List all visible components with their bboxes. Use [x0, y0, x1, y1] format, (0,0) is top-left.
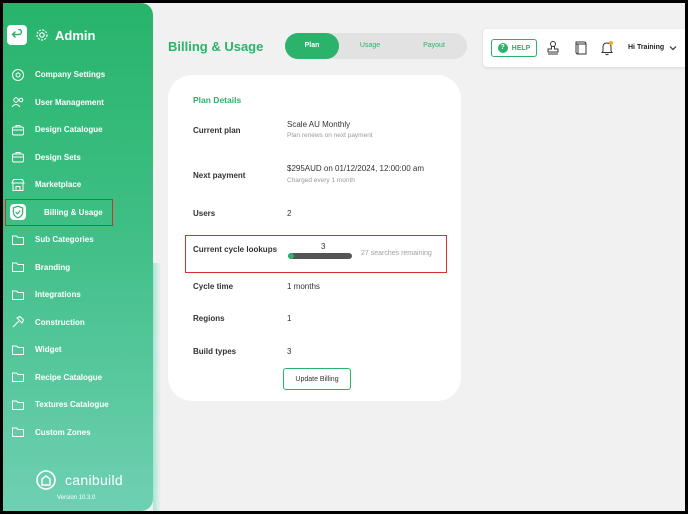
- build-types-label: Build types: [193, 347, 237, 356]
- lookups-progress-fill: [288, 253, 295, 259]
- tab-payout[interactable]: Payout: [401, 33, 467, 59]
- sidebar-item-recipe-catalogue[interactable]: Recipe Catalogue: [3, 364, 153, 392]
- back-button[interactable]: [7, 25, 27, 45]
- sidebar-item-label: Company Settings: [35, 70, 106, 80]
- sidebar-item-custom-zones[interactable]: Custom Zones: [3, 419, 153, 447]
- sidebar-item-label: Recipe Catalogue: [35, 372, 103, 382]
- lookups-count: 3: [321, 242, 326, 251]
- lookups-remaining: 27 searches remaining: [361, 250, 432, 257]
- plan-details-card: Plan Details Current plan Scale AU Month…: [168, 75, 461, 401]
- tab-usage[interactable]: Usage: [339, 33, 401, 59]
- help-label: HELP: [511, 44, 531, 52]
- sidebar-item-label: Design Sets: [35, 152, 81, 162]
- sidebar-item-company-settings[interactable]: Company Settings: [3, 61, 153, 89]
- sidebar-item-label: Widget: [35, 345, 62, 355]
- folder-icon: [12, 372, 24, 383]
- sidebar-item-user-management[interactable]: User Management: [3, 89, 153, 117]
- briefcase-icon: [12, 152, 24, 163]
- sidebar-item-design-catalogue[interactable]: Design Catalogue: [3, 116, 153, 144]
- version-label: Version 10.3.0: [57, 495, 96, 501]
- current-plan-value: Scale AU Monthly: [287, 120, 351, 129]
- brand-logo: canibuild: [35, 469, 123, 491]
- shield-check-icon: [10, 204, 26, 221]
- book-icon[interactable]: [573, 40, 589, 56]
- sidebar: Admin Company Settings User Management D…: [3, 3, 153, 511]
- sidebar-item-label: Marketplace: [35, 180, 82, 190]
- users-value: 2: [287, 209, 292, 218]
- top-bar: ? HELP Hi Training: [483, 29, 685, 67]
- next-payment-value: $295AUD on 01/12/2024, 12:00:00 am: [287, 164, 424, 173]
- chevron-down-icon[interactable]: [669, 44, 677, 52]
- question-icon: ?: [497, 43, 508, 53]
- sidebar-item-label: Billing & Usage: [44, 207, 103, 217]
- folder-icon: [12, 400, 24, 410]
- cycle-time-label: Cycle time: [193, 282, 234, 291]
- sidebar-item-label: Branding: [35, 262, 71, 272]
- lookups-progress-bar: [288, 253, 352, 259]
- folder-icon: [12, 427, 24, 438]
- page-title: Billing & Usage: [168, 39, 264, 54]
- tab-bar: Plan Usage Payout: [285, 33, 467, 59]
- sidebar-item-label: Design Catalogue: [35, 125, 103, 135]
- notification-bell-icon[interactable]: [599, 40, 615, 56]
- sidebar-item-marketplace[interactable]: Marketplace: [3, 171, 153, 199]
- stamp-icon[interactable]: [545, 40, 561, 56]
- card-title: Plan Details: [193, 95, 242, 105]
- sidebar-item-widget[interactable]: Widget: [3, 336, 153, 364]
- sidebar-edge-glow: [153, 263, 161, 511]
- lookups-label: Current cycle lookups: [193, 245, 278, 254]
- regions-label: Regions: [193, 314, 225, 323]
- next-payment-label: Next payment: [193, 171, 246, 180]
- sidebar-item-textures-catalogue[interactable]: Textures Catalogue: [3, 391, 153, 419]
- folder-icon: [12, 262, 24, 273]
- logo-text: canibuild: [65, 472, 123, 488]
- current-plan-sub: Plan renews on next payment: [287, 132, 373, 139]
- briefcase-icon: [12, 124, 24, 136]
- users-icon: [11, 97, 24, 108]
- sidebar-item-design-sets[interactable]: Design Sets: [3, 144, 153, 172]
- sidebar-item-label: Integrations: [35, 290, 81, 300]
- app-window: Admin Company Settings User Management D…: [3, 3, 685, 511]
- sidebar-item-label: Textures Catalogue: [35, 400, 109, 410]
- sidebar-item-label: User Management: [35, 97, 104, 107]
- help-button[interactable]: ? HELP: [491, 39, 537, 57]
- folder-icon: [12, 290, 24, 300]
- build-types-value: 3: [287, 347, 292, 356]
- sidebar-title: Admin: [55, 27, 96, 43]
- sidebar-item-label: Sub Categories: [35, 235, 94, 245]
- sidebar-item-branding[interactable]: Branding: [3, 254, 153, 282]
- next-payment-sub: Charged every 1 month: [287, 177, 355, 184]
- sidebar-item-billing-usage[interactable]: Billing & Usage: [5, 198, 113, 226]
- tab-plan[interactable]: Plan: [285, 33, 339, 59]
- sidebar-item-label: Custom Zones: [35, 427, 91, 437]
- store-icon: [11, 178, 25, 191]
- hammer-icon: [12, 316, 25, 328]
- sidebar-item-sub-categories[interactable]: Sub Categories: [3, 226, 153, 254]
- current-plan-label: Current plan: [193, 126, 241, 135]
- sidebar-item-label: Construction: [35, 317, 85, 327]
- settings-icon: [12, 68, 24, 81]
- user-menu-label[interactable]: Hi Training: [628, 44, 664, 51]
- folder-icon: [12, 235, 24, 245]
- canibuild-logo-icon: [36, 470, 56, 490]
- gear-icon: [36, 29, 48, 41]
- sidebar-menu: Company Settings User Management Design …: [3, 61, 153, 446]
- cycle-time-value: 1 months: [287, 282, 320, 291]
- update-billing-button[interactable]: Update Billing: [283, 368, 351, 390]
- folder-icon: [12, 345, 24, 355]
- back-arrow-icon: [11, 29, 23, 38]
- sidebar-item-construction[interactable]: Construction: [3, 309, 153, 337]
- sidebar-header: Admin: [7, 25, 95, 45]
- sidebar-item-integrations[interactable]: Integrations: [3, 281, 153, 309]
- users-label: Users: [193, 209, 216, 218]
- regions-value: 1: [287, 314, 292, 323]
